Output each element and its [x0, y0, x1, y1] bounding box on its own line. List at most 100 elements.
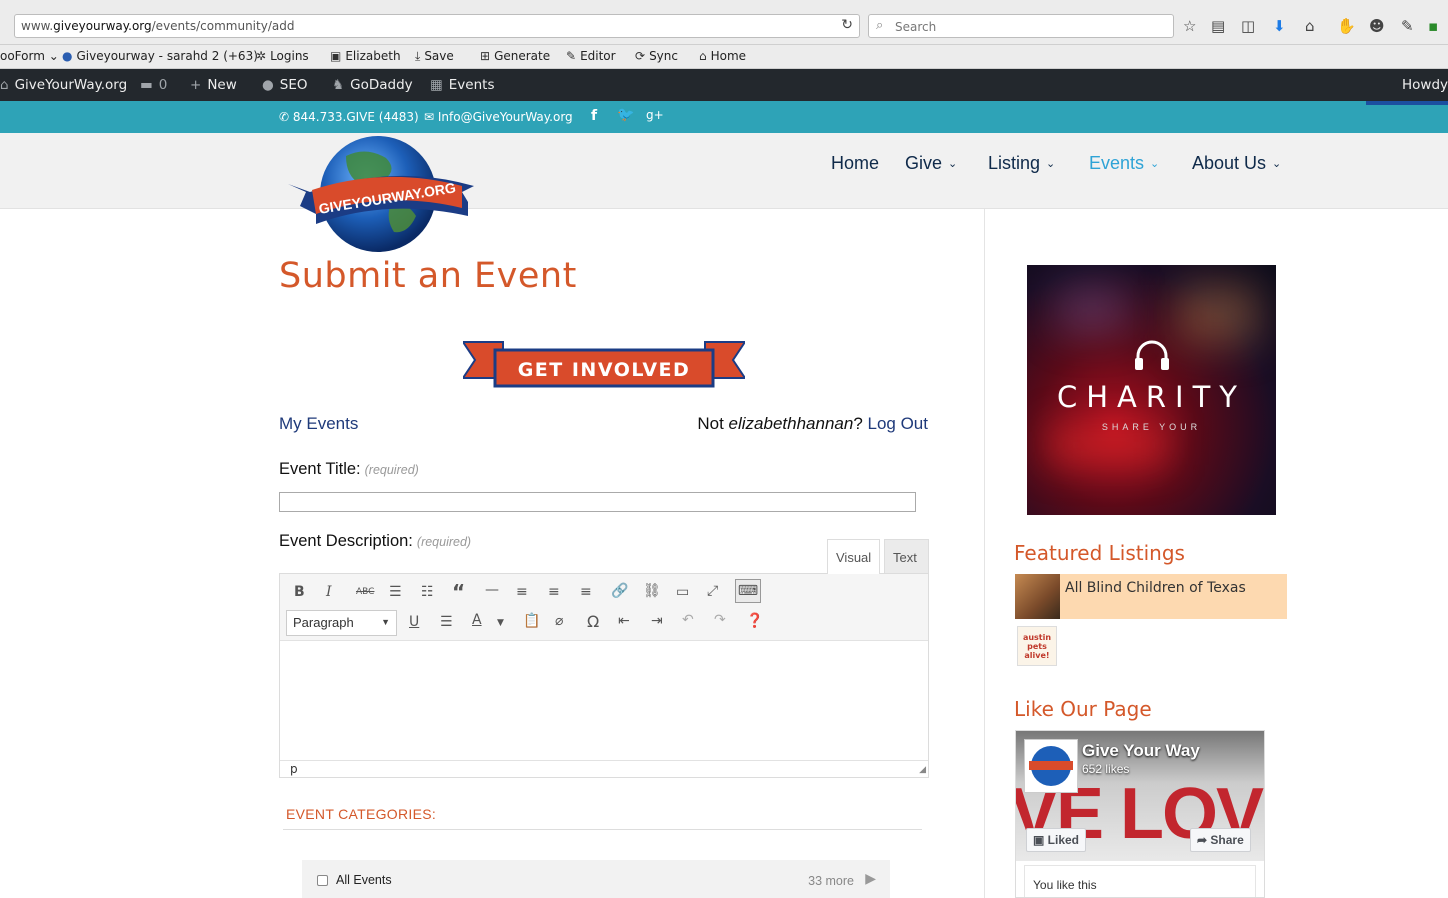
extension-icon[interactable]: ✎ — [1401, 17, 1414, 35]
bold-icon[interactable]: B — [294, 584, 305, 600]
facebook-avatar[interactable] — [1024, 739, 1078, 793]
read-more-icon[interactable]: ▭ — [676, 584, 689, 600]
download-icon[interactable]: ⬇ — [1273, 17, 1286, 35]
blockquote-icon[interactable]: “ — [452, 580, 465, 604]
tab-text[interactable]: Text — [884, 539, 929, 574]
facebook-page-name[interactable]: Give Your Way — [1082, 741, 1200, 761]
listing-name[interactable]: All Blind Children of Texas — [1065, 580, 1246, 596]
url-bar[interactable]: www.giveyourway.org/events/community/add… — [14, 14, 860, 38]
plus-icon: + — [190, 77, 202, 93]
facebook-footer: You like this — [1024, 865, 1256, 897]
nav-events[interactable]: Events ⌄ — [1089, 153, 1159, 174]
bookmark-item[interactable]: ✲ Logins — [256, 49, 309, 63]
unlink-icon[interactable]: ⛓ — [643, 583, 661, 599]
reload-icon[interactable]: ↻ — [841, 17, 853, 33]
event-title-input[interactable] — [279, 492, 916, 512]
site-logo[interactable]: GIVEYOURWAY.ORG — [286, 136, 476, 254]
bookmark-item[interactable]: ooForm ⌄ — [0, 49, 59, 63]
banner-text: GET INVOLVED — [518, 359, 691, 381]
category-more-link[interactable]: 33 more — [808, 874, 854, 888]
facebook-page-widget: VE LOV Give Your Way 652 likes ▣ Liked ➦… — [1015, 730, 1265, 898]
category-selector: All Events 33 more ▶ — [302, 860, 890, 898]
link-icon[interactable]: 🔗 — [611, 583, 628, 599]
admin-events[interactable]: ▦ Events — [430, 77, 494, 93]
edit-icon: ✎ — [566, 49, 577, 63]
bookmark-item[interactable]: ⤓ Save — [415, 49, 454, 64]
outdent-icon[interactable]: ⇤ — [618, 613, 630, 629]
indent-icon[interactable]: ⇥ — [651, 613, 663, 629]
browser-search-input[interactable]: ⌕ Search — [868, 14, 1174, 38]
bookmark-item[interactable]: ▣ Elizabeth — [330, 49, 401, 63]
chevron-down-icon: ⌄ — [948, 158, 958, 170]
nav-about-us[interactable]: About Us ⌄ — [1192, 153, 1281, 174]
twitter-icon[interactable]: 🐦 — [617, 107, 634, 123]
rich-text-editor: B I ABC ☰ ☷ “ — ≡ ≡ ≡ 🔗 ⛓ ▭ ⤢ ⌨ Paragrap… — [279, 573, 929, 778]
star-icon[interactable]: ☆ — [1183, 17, 1196, 35]
fullscreen-icon[interactable]: ⤢ — [707, 583, 718, 599]
get-involved-banner[interactable]: GET INVOLVED — [463, 340, 745, 388]
bookmark-item[interactable]: ⊞ Generate — [480, 49, 550, 63]
seo-icon: ● — [262, 77, 274, 93]
pocket-icon[interactable]: ◫ — [1241, 17, 1255, 35]
help-icon[interactable]: ❓ — [746, 613, 763, 629]
bullet-list-icon[interactable]: ☰ — [389, 584, 402, 600]
justify-icon[interactable]: ☰ — [440, 614, 453, 630]
admin-new[interactable]: + New — [190, 77, 237, 93]
category-checkbox[interactable] — [317, 875, 328, 886]
google-plus-icon[interactable]: g+ — [646, 108, 664, 122]
charity-ad-image[interactable]: CHARITY SHARE YOUR — [1027, 265, 1276, 515]
admin-howdy[interactable]: Howdy, — [1402, 77, 1448, 93]
reading-list-icon[interactable]: ▤ — [1211, 17, 1225, 35]
nav-home[interactable]: Home — [831, 153, 879, 174]
extension-icon[interactable]: ✋ — [1337, 17, 1356, 35]
featured-listing-item[interactable]: All Blind Children of Texas — [1015, 574, 1287, 619]
sparkle-icon: ✲ — [256, 49, 267, 63]
nav-give[interactable]: Give ⌄ — [905, 153, 957, 174]
bookmark-item[interactable]: ● Giveyourway - sarahd 2 (+63) — [62, 49, 258, 63]
logout-link[interactable]: Log Out — [868, 414, 929, 433]
underline-icon[interactable]: U — [409, 614, 419, 630]
tab-visual[interactable]: Visual — [827, 539, 880, 574]
email-link[interactable]: ✉ Info@GiveYourWay.org — [424, 110, 573, 124]
austin-pets-alive-logo[interactable]: austin pets alive! — [1017, 626, 1057, 666]
clear-formatting-icon[interactable]: ⌀ — [555, 613, 563, 629]
logo-word: pets — [1027, 642, 1047, 651]
bookmark-item[interactable]: ⟳ Sync — [635, 49, 678, 63]
admin-seo[interactable]: ● SEO — [262, 77, 308, 93]
chevron-down-icon[interactable]: ▼ — [497, 618, 504, 628]
admin-comments[interactable]: ▬ 0 — [140, 77, 167, 93]
toolbar-toggle-icon[interactable]: ⌨ — [735, 579, 761, 603]
italic-icon[interactable]: I — [326, 584, 332, 600]
numbered-list-icon[interactable]: ☷ — [421, 584, 434, 600]
event-description-label: Event Description: (required) — [279, 532, 472, 550]
chat-icon[interactable]: ☻ — [1369, 17, 1385, 35]
strikethrough-icon[interactable]: ABC — [356, 587, 374, 597]
special-character-icon[interactable]: Ω — [587, 612, 599, 631]
category-label[interactable]: All Events — [336, 873, 392, 887]
bookmark-item[interactable]: ⌂ Home — [699, 49, 746, 63]
my-events-link[interactable]: My Events — [279, 414, 358, 434]
resize-handle-icon[interactable]: ◢ — [919, 765, 926, 775]
align-left-icon[interactable]: ≡ — [516, 584, 528, 600]
text-color-icon[interactable]: A — [472, 612, 482, 628]
bookmark-item[interactable]: ✎ Editor — [566, 49, 616, 63]
admin-site-link[interactable]: ⌂ GiveYourWay.org — [0, 77, 127, 93]
phone-link[interactable]: ✆ 844.733.GIVE (4483) — [279, 110, 419, 124]
align-right-icon[interactable]: ≡ — [580, 584, 592, 600]
horizontal-line-icon[interactable]: — — [485, 582, 499, 598]
facebook-share-button[interactable]: ➦ Share — [1190, 828, 1251, 852]
admin-godaddy[interactable]: ♞ GoDaddy — [332, 77, 413, 93]
align-center-icon[interactable]: ≡ — [548, 584, 560, 600]
redo-icon[interactable]: ↷ — [714, 612, 726, 628]
facebook-liked-button[interactable]: ▣ Liked — [1026, 828, 1087, 852]
format-select[interactable]: Paragraph ▼ — [286, 610, 397, 636]
menu-icon[interactable]: ▪ — [1428, 17, 1438, 35]
charity-word: CHARITY — [1056, 380, 1247, 414]
paste-text-icon[interactable]: 📋 — [523, 613, 540, 629]
nav-listing[interactable]: Listing ⌄ — [988, 153, 1055, 174]
undo-icon[interactable]: ↶ — [682, 612, 694, 628]
sidebar-divider — [984, 209, 985, 898]
facebook-icon[interactable]: f — [591, 108, 597, 124]
home-icon[interactable]: ⌂ — [1305, 17, 1315, 35]
play-arrow-icon[interactable]: ▶ — [865, 871, 876, 887]
